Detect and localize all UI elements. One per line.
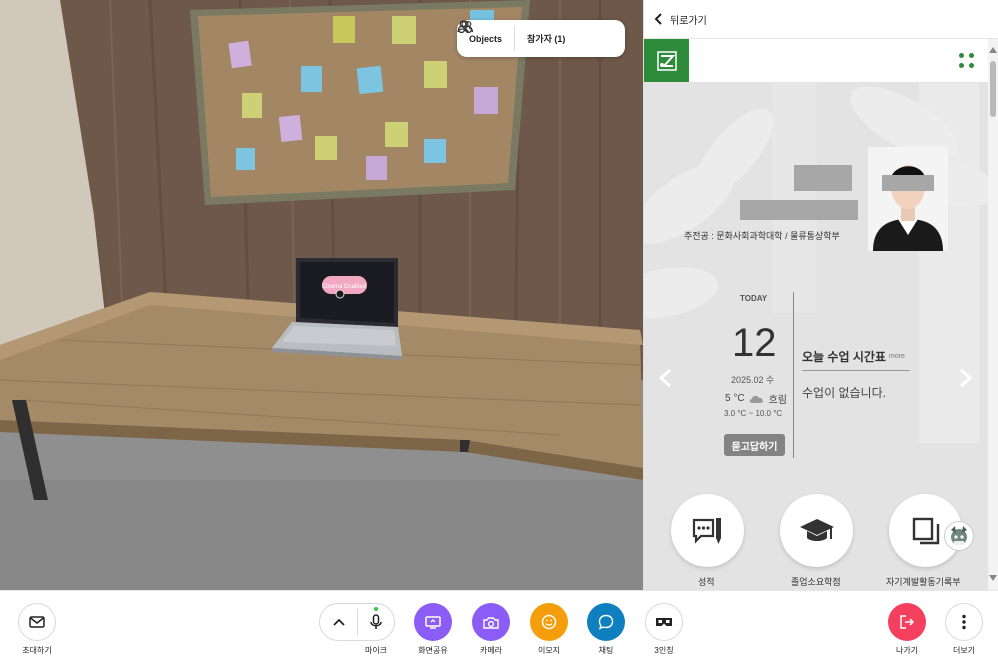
grades-label: 성적 — [698, 577, 715, 587]
chatbot-mascot-icon[interactable] — [944, 521, 974, 551]
mic-button[interactable] — [357, 604, 394, 640]
graduation-credits-label: 졸업소요학점 — [791, 577, 841, 587]
leave-label: 나가기 — [895, 646, 919, 655]
today-day-number: 12 — [732, 321, 777, 365]
chevron-left-icon — [654, 13, 662, 25]
scroll-up-icon[interactable] — [989, 47, 997, 53]
objects-label: Objects — [469, 33, 503, 44]
ask-question-button[interactable]: 묻고답하기 — [724, 434, 785, 456]
today-date: 2025.02 수 — [731, 375, 775, 385]
carousel-next-icon[interactable] — [959, 368, 973, 394]
mic-control-group — [319, 603, 395, 641]
app-header — [644, 39, 998, 83]
screen-share-label: 화면공유 — [418, 646, 448, 655]
emoji-button[interactable] — [530, 603, 568, 641]
participants-icon — [457, 20, 473, 33]
camera-icon — [483, 616, 499, 629]
cloud-icon — [749, 395, 763, 403]
temperature: 5 °C — [725, 393, 745, 404]
dashboard-content: 주전공 : 문화사회과학대학 / 물류통상학부 TODAY 12 2025.02… — [644, 83, 988, 590]
mic-label: 마이크 — [364, 646, 388, 655]
participants-label: 참가자 (1) — [527, 34, 566, 44]
scene-illustration: Cinema Enabled — [0, 0, 643, 590]
weather-condition: 흐림 — [768, 395, 787, 406]
emoji-icon — [541, 614, 557, 630]
leave-button[interactable] — [888, 603, 926, 641]
schedule-empty-message: 수업이 없습니다. — [802, 386, 886, 400]
chat-label: 채팅 — [598, 646, 614, 655]
invite-label: 초대하기 — [22, 646, 52, 655]
laptop-screen-text: Cinema Enabled — [322, 284, 366, 290]
virtual-space-scene[interactable]: Cinema Enabled Objects 참가자 (1) — [0, 0, 643, 590]
weather-info: 5 °C 흐림 — [725, 391, 787, 406]
grid-menu-icon[interactable] — [959, 53, 974, 68]
redacted-name — [794, 165, 852, 191]
more-button[interactable] — [945, 603, 983, 641]
back-label: 뒤로가기 — [670, 15, 707, 27]
grade-icon — [692, 517, 721, 544]
schedule-more-link[interactable]: more — [889, 353, 905, 360]
chat-bubble-icon — [598, 614, 614, 630]
scene-controls-pill: Objects 참가자 (1) — [457, 20, 625, 57]
graduation-cap-icon — [799, 518, 834, 541]
app-root: Cinema Enabled Objects 참가자 (1) 뒤로가기 주전공 … — [0, 0, 998, 657]
chevron-up-icon — [332, 618, 345, 626]
profile-photo — [868, 147, 948, 251]
bottom-toolbar: 초대하기 마이크 화면공유 카메라 이모지 채팅 3인칭 나가기 더보기 — [0, 590, 998, 657]
redacted-student-id — [740, 200, 858, 220]
mic-divider — [357, 609, 358, 636]
camera-label: 카메라 — [479, 646, 503, 655]
panel-scrollbar[interactable] — [988, 39, 998, 590]
side-panel: 뒤로가기 주전공: 문화사회과학대학 / 물류통상학부 TODAY 12 20… — [643, 0, 998, 590]
scroll-down-icon[interactable] — [989, 575, 997, 581]
mic-active-indicator — [374, 607, 378, 611]
microphone-icon — [369, 614, 382, 629]
view-mode-label: 3인칭 — [654, 646, 674, 655]
screen-share-icon — [425, 615, 441, 629]
camera-button[interactable] — [472, 603, 510, 641]
invite-button[interactable] — [18, 603, 56, 641]
schedule-underline — [802, 370, 910, 371]
more-label: 더보기 — [952, 646, 976, 655]
vr-goggles-icon — [656, 618, 672, 626]
participants-button[interactable]: 참가자 (1) — [457, 20, 577, 57]
schedule-title: 오늘 수업 시간표 — [802, 350, 886, 364]
expand-up-button[interactable] — [320, 604, 357, 640]
mail-icon — [29, 616, 45, 628]
university-logo-icon[interactable] — [644, 39, 689, 82]
exit-icon — [900, 615, 915, 629]
chat-button[interactable] — [587, 603, 625, 641]
temperature-range: 3.0 °C ~ 10.0 °C — [724, 409, 783, 418]
more-vertical-icon — [962, 614, 966, 630]
view-mode-button[interactable] — [645, 603, 683, 641]
emoji-label: 이모지 — [537, 646, 561, 655]
screen-share-button[interactable] — [414, 603, 452, 641]
scrollbar-thumb[interactable] — [990, 61, 996, 117]
graduation-credits-button[interactable] — [780, 494, 853, 567]
self-development-record-label: 자기계발활동기록부 — [886, 577, 961, 587]
carousel-prev-icon[interactable] — [658, 368, 672, 394]
records-icon — [912, 517, 939, 544]
today-label: TODAY — [740, 294, 768, 303]
grades-button[interactable] — [671, 494, 744, 567]
today-divider — [793, 292, 794, 458]
back-bar[interactable]: 뒤로가기 — [644, 0, 998, 39]
major-text: 주전공 : 문화사회과학대학 / 물류통상학부 — [684, 231, 840, 241]
